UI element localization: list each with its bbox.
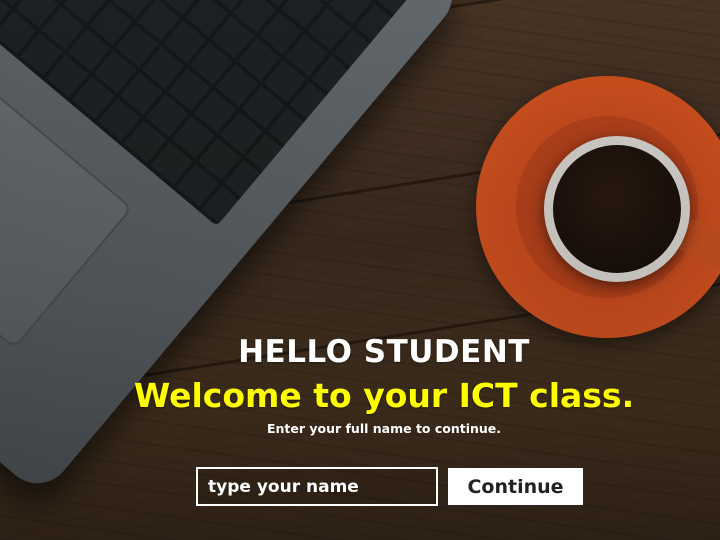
welcome-message: Welcome to your ICT class. <box>133 376 635 415</box>
name-input[interactable] <box>196 467 438 506</box>
instructions-text: Enter your full name to continue. <box>266 421 502 436</box>
headline: HELLO STUDENT <box>238 334 530 370</box>
continue-button[interactable]: Continue <box>448 468 583 505</box>
background-shade <box>0 0 720 540</box>
login-screen: HELLO STUDENT Welcome to your ICT class.… <box>0 0 720 540</box>
